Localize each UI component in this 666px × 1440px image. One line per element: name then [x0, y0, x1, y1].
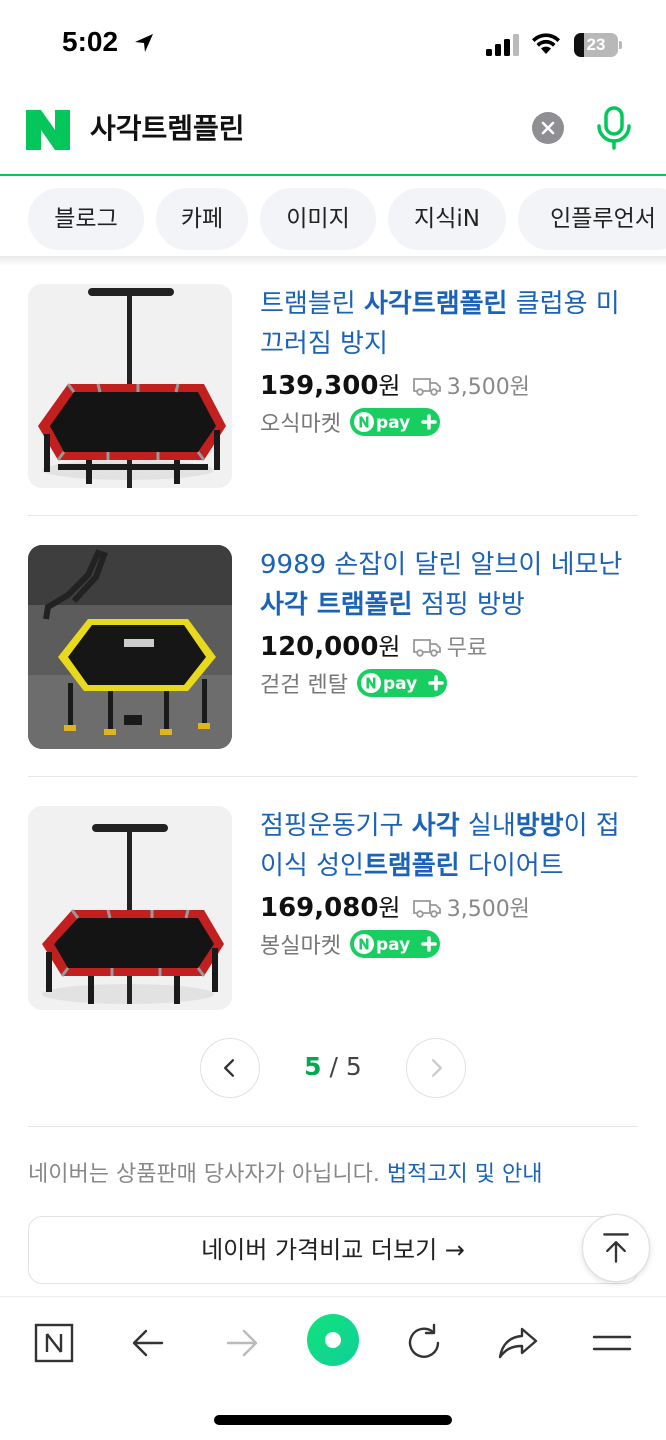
current-page: 5: [304, 1052, 322, 1081]
tab-cafe[interactable]: 카페: [156, 188, 248, 250]
divider: [28, 515, 638, 516]
product-item[interactable]: 점핑운동기구 사각 실내방방이 접이식 성인트램폴린 다이어트 169,080원…: [28, 806, 638, 1067]
close-icon: [541, 121, 555, 135]
price-row: 120,000원 무료: [260, 632, 488, 662]
legal-notice-link[interactable]: 법적고지 및 안내: [387, 1162, 543, 1187]
back-arrow-icon[interactable]: [124, 1319, 172, 1367]
voice-search-mic-icon[interactable]: [596, 106, 632, 150]
status-time: 5:02: [62, 26, 119, 57]
menu-icon[interactable]: [588, 1319, 636, 1367]
truck-icon: [412, 639, 441, 657]
product-image[interactable]: [28, 284, 232, 488]
seller-name[interactable]: 오식마켓: [260, 412, 341, 437]
arrow-up-to-top-icon: [603, 1233, 629, 1263]
page-indicator: 5 / 5: [304, 1052, 362, 1081]
seller-name[interactable]: 걷걷 렌탈: [260, 673, 348, 698]
seller-name[interactable]: 봉실마켓: [260, 934, 341, 959]
battery-indicator: 23: [574, 33, 622, 57]
share-icon[interactable]: [494, 1319, 542, 1367]
naver-logo-icon[interactable]: [26, 110, 70, 150]
prev-page-button[interactable]: [200, 1038, 260, 1098]
svg-text:pay: pay: [376, 413, 410, 433]
seller-row: 오식마켓 pay: [260, 406, 441, 442]
search-bar: 사각트렘플린: [0, 92, 666, 176]
tabs-shadow: [0, 256, 666, 266]
shipping-fee: 3,500원: [446, 897, 530, 922]
product-image[interactable]: [28, 545, 232, 749]
product-title[interactable]: 9989 손잡이 달린 알브이 네모난 사각 트램폴린 점핑 방방: [260, 545, 638, 625]
legal-notice: 네이버는 상품판매 당사자가 아닙니다. 법적고지 및 안내: [28, 1162, 543, 1187]
location-arrow-icon: [135, 34, 153, 52]
npay-plus-badge-icon: pay: [350, 930, 441, 958]
search-input[interactable]: 사각트렘플린: [90, 106, 510, 152]
price-comparison-more-button[interactable]: 네이버 가격비교 더보기 →: [28, 1216, 638, 1284]
tab-blog[interactable]: 블로그: [28, 188, 144, 250]
refresh-icon[interactable]: [400, 1319, 448, 1367]
npay-plus-badge-icon: pay: [357, 669, 448, 697]
tab-influencer[interactable]: 인플루언서: [518, 188, 666, 250]
tab-image[interactable]: 이미지: [260, 188, 376, 250]
product-price: 120,000: [260, 632, 379, 662]
tab-knowledge-in[interactable]: 지식iN: [388, 188, 506, 250]
npay-plus-badge-icon: pay: [350, 408, 441, 436]
svg-text:pay: pay: [383, 674, 417, 694]
truck-icon: [412, 900, 441, 918]
wifi-icon: [532, 33, 560, 54]
product-title[interactable]: 점핑운동기구 사각 실내방방이 접이식 성인트램폴린 다이어트: [260, 806, 638, 886]
shipping-fee: 3,500원: [446, 375, 530, 400]
price-row: 169,080원 3,500원: [260, 893, 530, 923]
divider: [28, 1126, 638, 1127]
truck-icon: [412, 378, 441, 396]
product-item[interactable]: 트램블린 사각트램폴린 클럽용 미끄러짐 방지 139,300원 3,500원 …: [28, 284, 638, 545]
search-category-tabs: 블로그 카페 이미지 지식iN 인플루언서: [0, 176, 666, 262]
svg-text:pay: pay: [376, 935, 410, 955]
next-page-button[interactable]: [406, 1038, 466, 1098]
product-title[interactable]: 트램블린 사각트램폴린 클럽용 미끄러짐 방지: [260, 284, 638, 364]
chevron-left-icon: [224, 1059, 235, 1077]
seller-row: 걷걷 렌탈 pay: [260, 667, 448, 703]
scroll-to-top-button[interactable]: [582, 1214, 650, 1282]
home-indicator: [214, 1415, 452, 1425]
cellular-signal-icon: [486, 34, 519, 56]
green-dot-icon[interactable]: [306, 1313, 360, 1367]
forward-arrow-icon[interactable]: [218, 1319, 266, 1367]
seller-row: 봉실마켓 pay: [260, 928, 441, 964]
product-image[interactable]: [28, 806, 232, 1010]
shipping-fee: 무료: [446, 636, 488, 661]
battery-percent: 23: [586, 35, 606, 54]
browser-bottom-bar: [0, 1296, 666, 1440]
product-item[interactable]: 9989 손잡이 달린 알브이 네모난 사각 트램폴린 점핑 방방 120,00…: [28, 545, 638, 806]
product-price: 139,300: [260, 371, 379, 401]
price-row: 139,300원 3,500원: [260, 371, 530, 401]
product-price: 169,080: [260, 893, 379, 923]
naver-home-icon[interactable]: [30, 1319, 78, 1367]
clear-search-button[interactable]: [532, 112, 564, 144]
status-bar: 5:02 23: [0, 0, 666, 90]
total-pages: 5: [345, 1052, 362, 1081]
chevron-right-icon: [431, 1059, 442, 1077]
divider: [28, 776, 638, 777]
